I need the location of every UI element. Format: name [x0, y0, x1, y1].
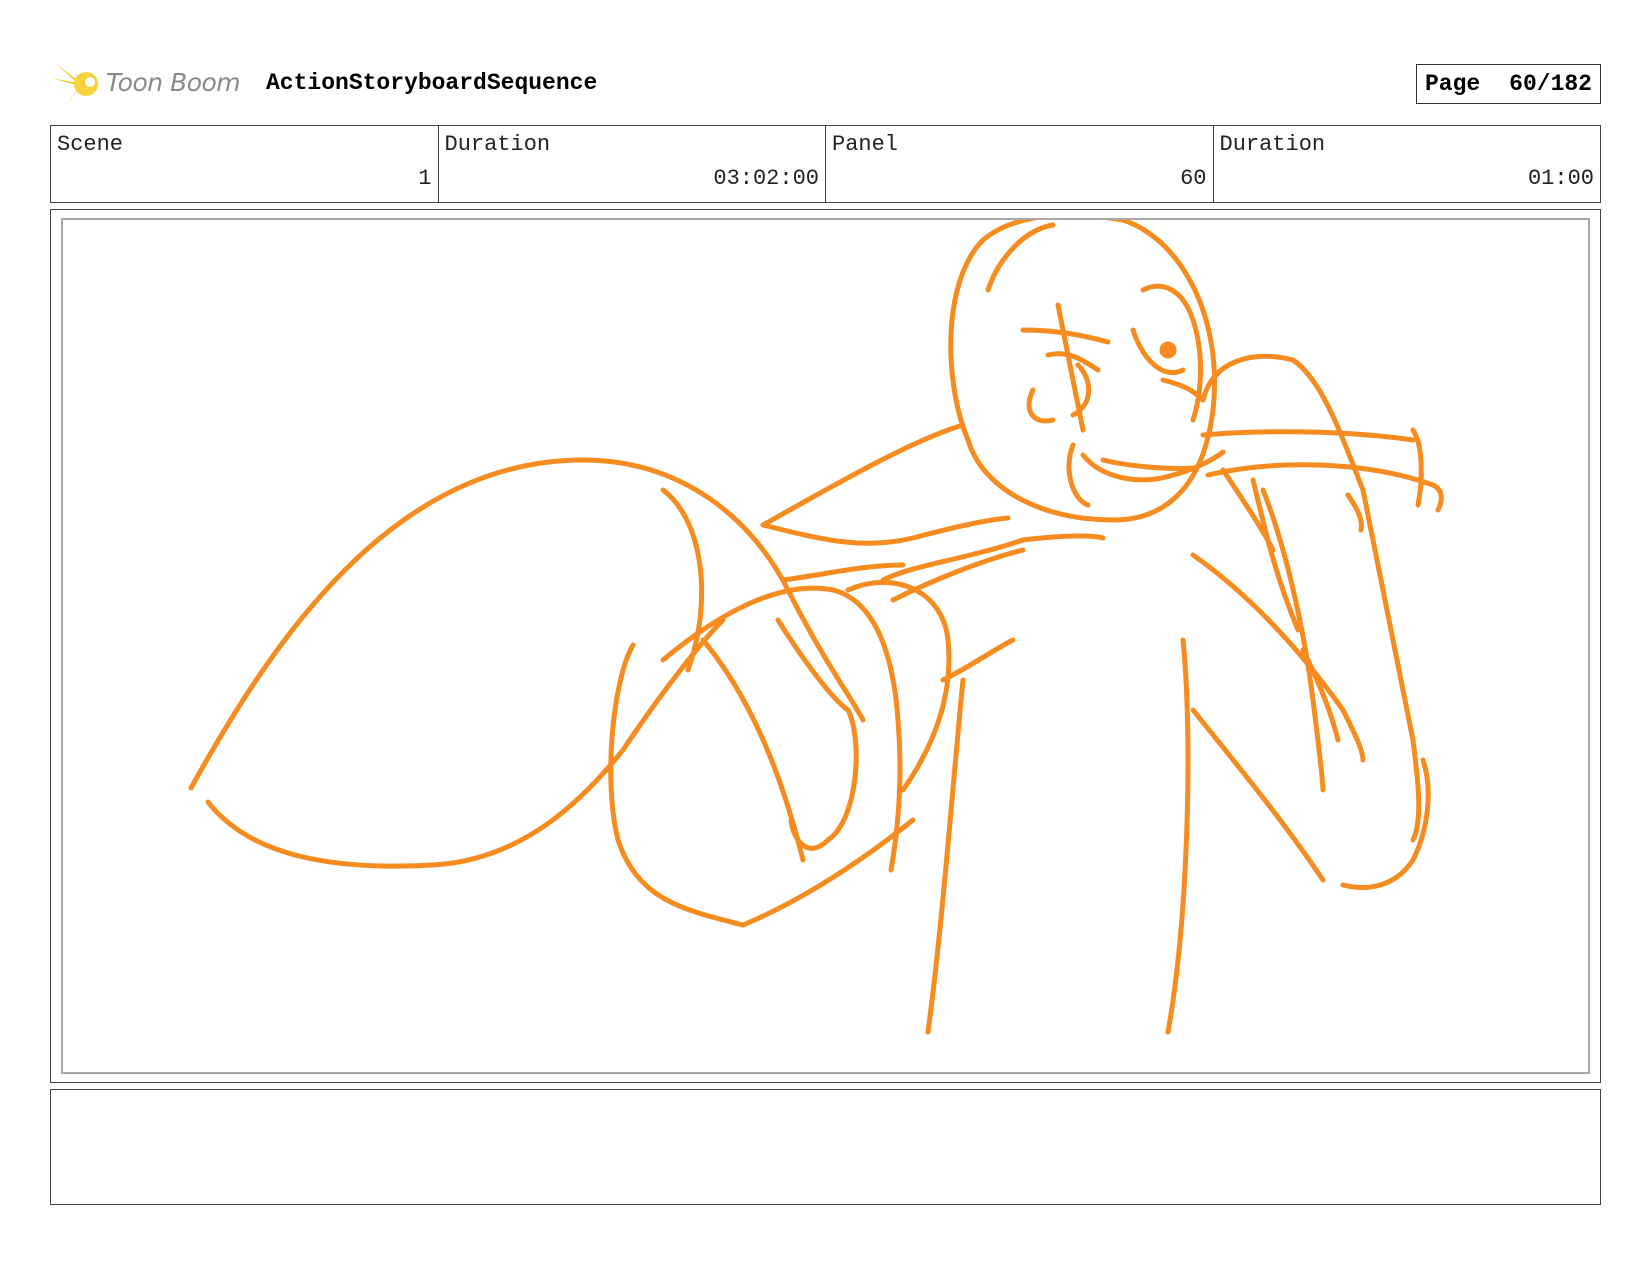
panel-sketch — [188, 220, 1444, 1035]
sequence-title: ActionStoryboardSequence — [266, 70, 598, 96]
toon-boom-logo: Toon Boom — [52, 56, 252, 112]
page-label: Page — [1425, 71, 1481, 97]
panel-value: 60 — [1180, 166, 1207, 191]
panel-duration-label: Duration — [1219, 132, 1326, 157]
page-value: 60/182 — [1509, 71, 1592, 97]
panel-label: Panel — [832, 132, 899, 157]
scene-duration-label: Duration — [444, 132, 551, 157]
scene-duration-cell: Duration 03:02:00 — [437, 126, 826, 202]
character-sketch — [188, 220, 1444, 1035]
panel-drawing-area — [61, 218, 1590, 1074]
scene-cell: Scene 1 — [51, 126, 438, 202]
page-indicator: Page 60/182 — [1416, 64, 1601, 104]
storyboard-panel — [50, 209, 1601, 1083]
panel-duration-cell: Duration 01:00 — [1212, 126, 1601, 202]
info-table: Scene 1 Duration 03:02:00 Panel 60 Durat… — [50, 125, 1601, 203]
scene-duration-value: 03:02:00 — [713, 166, 819, 191]
panel-cell: Panel 60 — [825, 126, 1213, 202]
panel-duration-value: 01:00 — [1527, 166, 1594, 191]
scene-label: Scene — [57, 132, 124, 157]
panel-notes-box — [50, 1089, 1601, 1205]
toon-boom-burst-icon — [52, 58, 98, 110]
logo-text: Toon Boom — [106, 68, 241, 97]
scene-value: 1 — [418, 166, 432, 191]
